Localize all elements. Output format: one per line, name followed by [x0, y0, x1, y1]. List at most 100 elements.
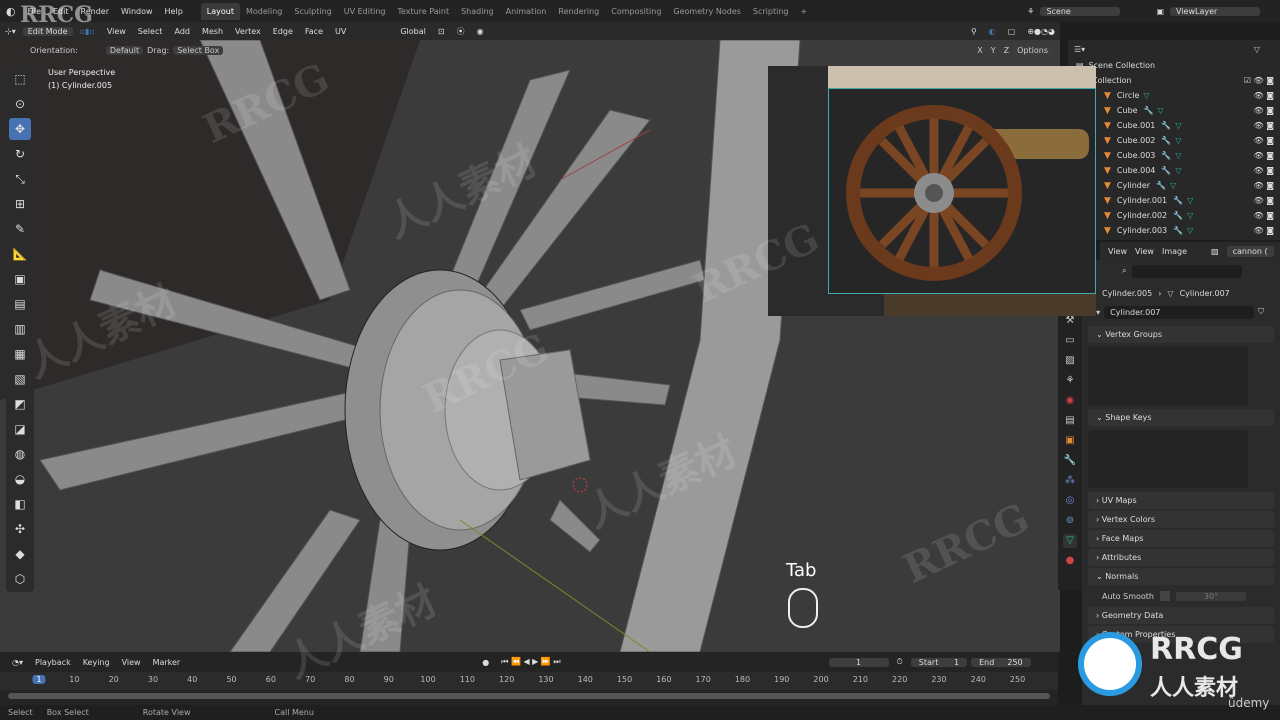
mesh-data-icon[interactable]: ▽	[1158, 106, 1164, 115]
mesh-name-field[interactable]: Cylinder.007	[1104, 305, 1255, 319]
annotate-tool-icon[interactable]: ✎	[9, 218, 31, 240]
pivot-icon[interactable]: ⊡	[433, 27, 450, 36]
modifier-icon[interactable]: 🔧	[1173, 211, 1183, 220]
mirror-axis-y[interactable]: Y	[987, 46, 1000, 55]
loop-cut-tool-icon[interactable]: ▧	[9, 368, 31, 390]
rip-tool-icon[interactable]: ⬡	[9, 568, 31, 590]
fake-user-icon[interactable]: ⛉	[1258, 307, 1264, 317]
timeline-editor-icon[interactable]: ◔▾	[8, 658, 27, 667]
blender-logo-icon[interactable]: ◐	[0, 5, 22, 18]
menu-add[interactable]: Add	[169, 27, 195, 36]
mirror-axis-z[interactable]: Z	[1000, 46, 1013, 55]
overlay-icon[interactable]: ◐	[984, 27, 1001, 36]
image-menu-view[interactable]: View	[1108, 247, 1127, 256]
shear-tool-icon[interactable]: ◆	[9, 543, 31, 565]
menu-help[interactable]: Help	[159, 7, 189, 16]
record-icon[interactable]: ●	[478, 658, 493, 667]
gizmo-icon[interactable]: ⚲	[966, 27, 982, 36]
playback-controls[interactable]: ⏮ ⏪ ◀ ▶ ⏩ ⏭	[497, 657, 564, 667]
outliner-item[interactable]: ▼ Cylinder 🔧 ▽ 👁 ◙	[1068, 178, 1280, 193]
options-dropdown[interactable]: Options	[1013, 45, 1052, 55]
mesh-data-icon[interactable]: ▽	[1143, 91, 1149, 100]
tab-geometry-nodes[interactable]: Geometry Nodes	[667, 7, 746, 16]
filter-icon[interactable]: ▽	[1254, 45, 1260, 54]
menu-uv[interactable]: UV	[330, 27, 351, 36]
modifier-icon[interactable]: 🔧	[1156, 181, 1166, 190]
mesh-data-tab-icon[interactable]: ▽	[1063, 534, 1077, 548]
outliner-item[interactable]: ▼ Cylinder.001 🔧 ▽ 👁 ◙	[1068, 193, 1280, 208]
menu-marker[interactable]: Marker	[149, 658, 185, 667]
end-frame-field[interactable]: End 250	[971, 657, 1031, 667]
tab-uv-editing[interactable]: UV Editing	[338, 7, 392, 16]
vertex-groups-list[interactable]	[1088, 347, 1248, 405]
inset-tool-icon[interactable]: ▥	[9, 318, 31, 340]
select-mode-icons[interactable]: ▫▮▫	[75, 27, 100, 36]
current-frame-field[interactable]: 1	[828, 657, 889, 667]
menu-playback[interactable]: Playback	[31, 658, 75, 667]
visibility-icons[interactable]: 👁 ◙	[1254, 166, 1274, 175]
auto-smooth-checkbox[interactable]	[1159, 591, 1170, 601]
output-tab-icon[interactable]: ▨	[1063, 354, 1077, 368]
smooth-tool-icon[interactable]: ◒	[9, 468, 31, 490]
mesh-data-icon[interactable]: ▽	[1175, 166, 1181, 175]
object-tab-icon[interactable]: ▣	[1063, 434, 1077, 448]
view-layer-selector[interactable]: ViewLayer	[1170, 6, 1260, 16]
cursor-tool-icon[interactable]: ⊙	[9, 93, 31, 115]
xray-icon[interactable]: ▢	[1003, 27, 1021, 36]
collection-tab-icon[interactable]: ▤	[1063, 414, 1077, 428]
tab-shading[interactable]: Shading	[455, 7, 500, 16]
image-menu-view-2[interactable]: View	[1135, 247, 1154, 256]
mesh-data-icon[interactable]: ▽	[1187, 211, 1193, 220]
knife-tool-icon[interactable]: ◩	[9, 393, 31, 415]
extrude-tool-icon[interactable]: ▤	[9, 293, 31, 315]
view-layer-icon[interactable]: ▣	[1150, 7, 1170, 16]
panel-vertex-groups[interactable]: ⌄ Vertex Groups	[1088, 326, 1274, 343]
tab-texture-paint[interactable]: Texture Paint	[391, 7, 455, 16]
constraints-tab-icon[interactable]: ⊚	[1063, 514, 1077, 528]
visibility-icons[interactable]: 👁 ◙	[1254, 91, 1274, 100]
timeline-scrollbar[interactable]	[8, 693, 1050, 699]
outliner-item[interactable]: ▼ Cube 🔧 ▽ 👁 ◙	[1068, 103, 1280, 118]
outliner-collection[interactable]: Collection ☑ 👁 ◙	[1068, 73, 1280, 88]
move-tool-icon[interactable]: ✥	[9, 118, 31, 140]
physics-tab-icon[interactable]: ◎	[1063, 494, 1077, 508]
measure-tool-icon[interactable]: 📐	[9, 243, 31, 265]
scene-icon[interactable]: ⚘	[1021, 7, 1040, 16]
select-box-tool-icon[interactable]: ⬚	[9, 68, 31, 90]
outliner-item[interactable]: ▼ Cube.002 🔧 ▽ 👁 ◙	[1068, 133, 1280, 148]
outliner-item[interactable]: ▼ Circle ▽ 👁 ◙	[1068, 88, 1280, 103]
frame-ruler[interactable]: 1 10 20 30 40 50 60 70 80 90 100 110 120 130 140 150 160…	[0, 672, 1058, 690]
menu-select[interactable]: Select	[133, 27, 168, 36]
bevel-tool-icon[interactable]: ▦	[9, 343, 31, 365]
outliner-item[interactable]: ▼ Cylinder.003 🔧 ▽ 👁 ◙	[1068, 223, 1280, 238]
mirror-axis-x[interactable]: X	[973, 46, 986, 55]
stopwatch-icon[interactable]: ⏱	[893, 657, 907, 667]
panel-face-maps[interactable]: › Face Maps	[1088, 530, 1274, 547]
visibility-icons[interactable]: 👁 ◙	[1254, 211, 1274, 220]
outliner-item[interactable]: ▼ Cube.003 🔧 ▽ 👁 ◙	[1068, 148, 1280, 163]
menu-view[interactable]: View	[102, 27, 131, 36]
modifier-tab-icon[interactable]: 🔧	[1063, 454, 1077, 468]
menu-mesh[interactable]: Mesh	[197, 27, 228, 36]
scale-tool-icon[interactable]: ⤡	[9, 168, 31, 190]
image-browse-icon[interactable]: ▨	[1211, 247, 1219, 256]
menu-vertex[interactable]: Vertex	[230, 27, 266, 36]
visibility-icons[interactable]: 👁 ◙	[1254, 151, 1274, 160]
tab-compositing[interactable]: Compositing	[605, 7, 667, 16]
mesh-data-icon[interactable]: ▽	[1175, 136, 1181, 145]
mesh-data-icon[interactable]: ▽	[1175, 121, 1181, 130]
menu-window[interactable]: Window	[115, 7, 159, 16]
image-selector[interactable]: cannon (	[1226, 245, 1274, 257]
visibility-icons[interactable]: 👁 ◙	[1254, 181, 1274, 190]
mesh-data-icon[interactable]: ▽	[1187, 196, 1193, 205]
mode-selector[interactable]: Edit Mode	[22, 26, 73, 36]
transform-tool-icon[interactable]: ⊞	[9, 193, 31, 215]
orientation-dropdown[interactable]: Default	[105, 45, 144, 55]
mesh-data-icon[interactable]: ▽	[1175, 151, 1181, 160]
visibility-icons[interactable]: ☑ 👁 ◙	[1244, 76, 1274, 85]
modifier-icon[interactable]: 🔧	[1161, 136, 1171, 145]
particles-tab-icon[interactable]: ⁂	[1063, 474, 1077, 488]
add-workspace-button[interactable]: +	[794, 7, 813, 16]
properties-search[interactable]	[1132, 264, 1243, 278]
visibility-icons[interactable]: 👁 ◙	[1254, 136, 1274, 145]
